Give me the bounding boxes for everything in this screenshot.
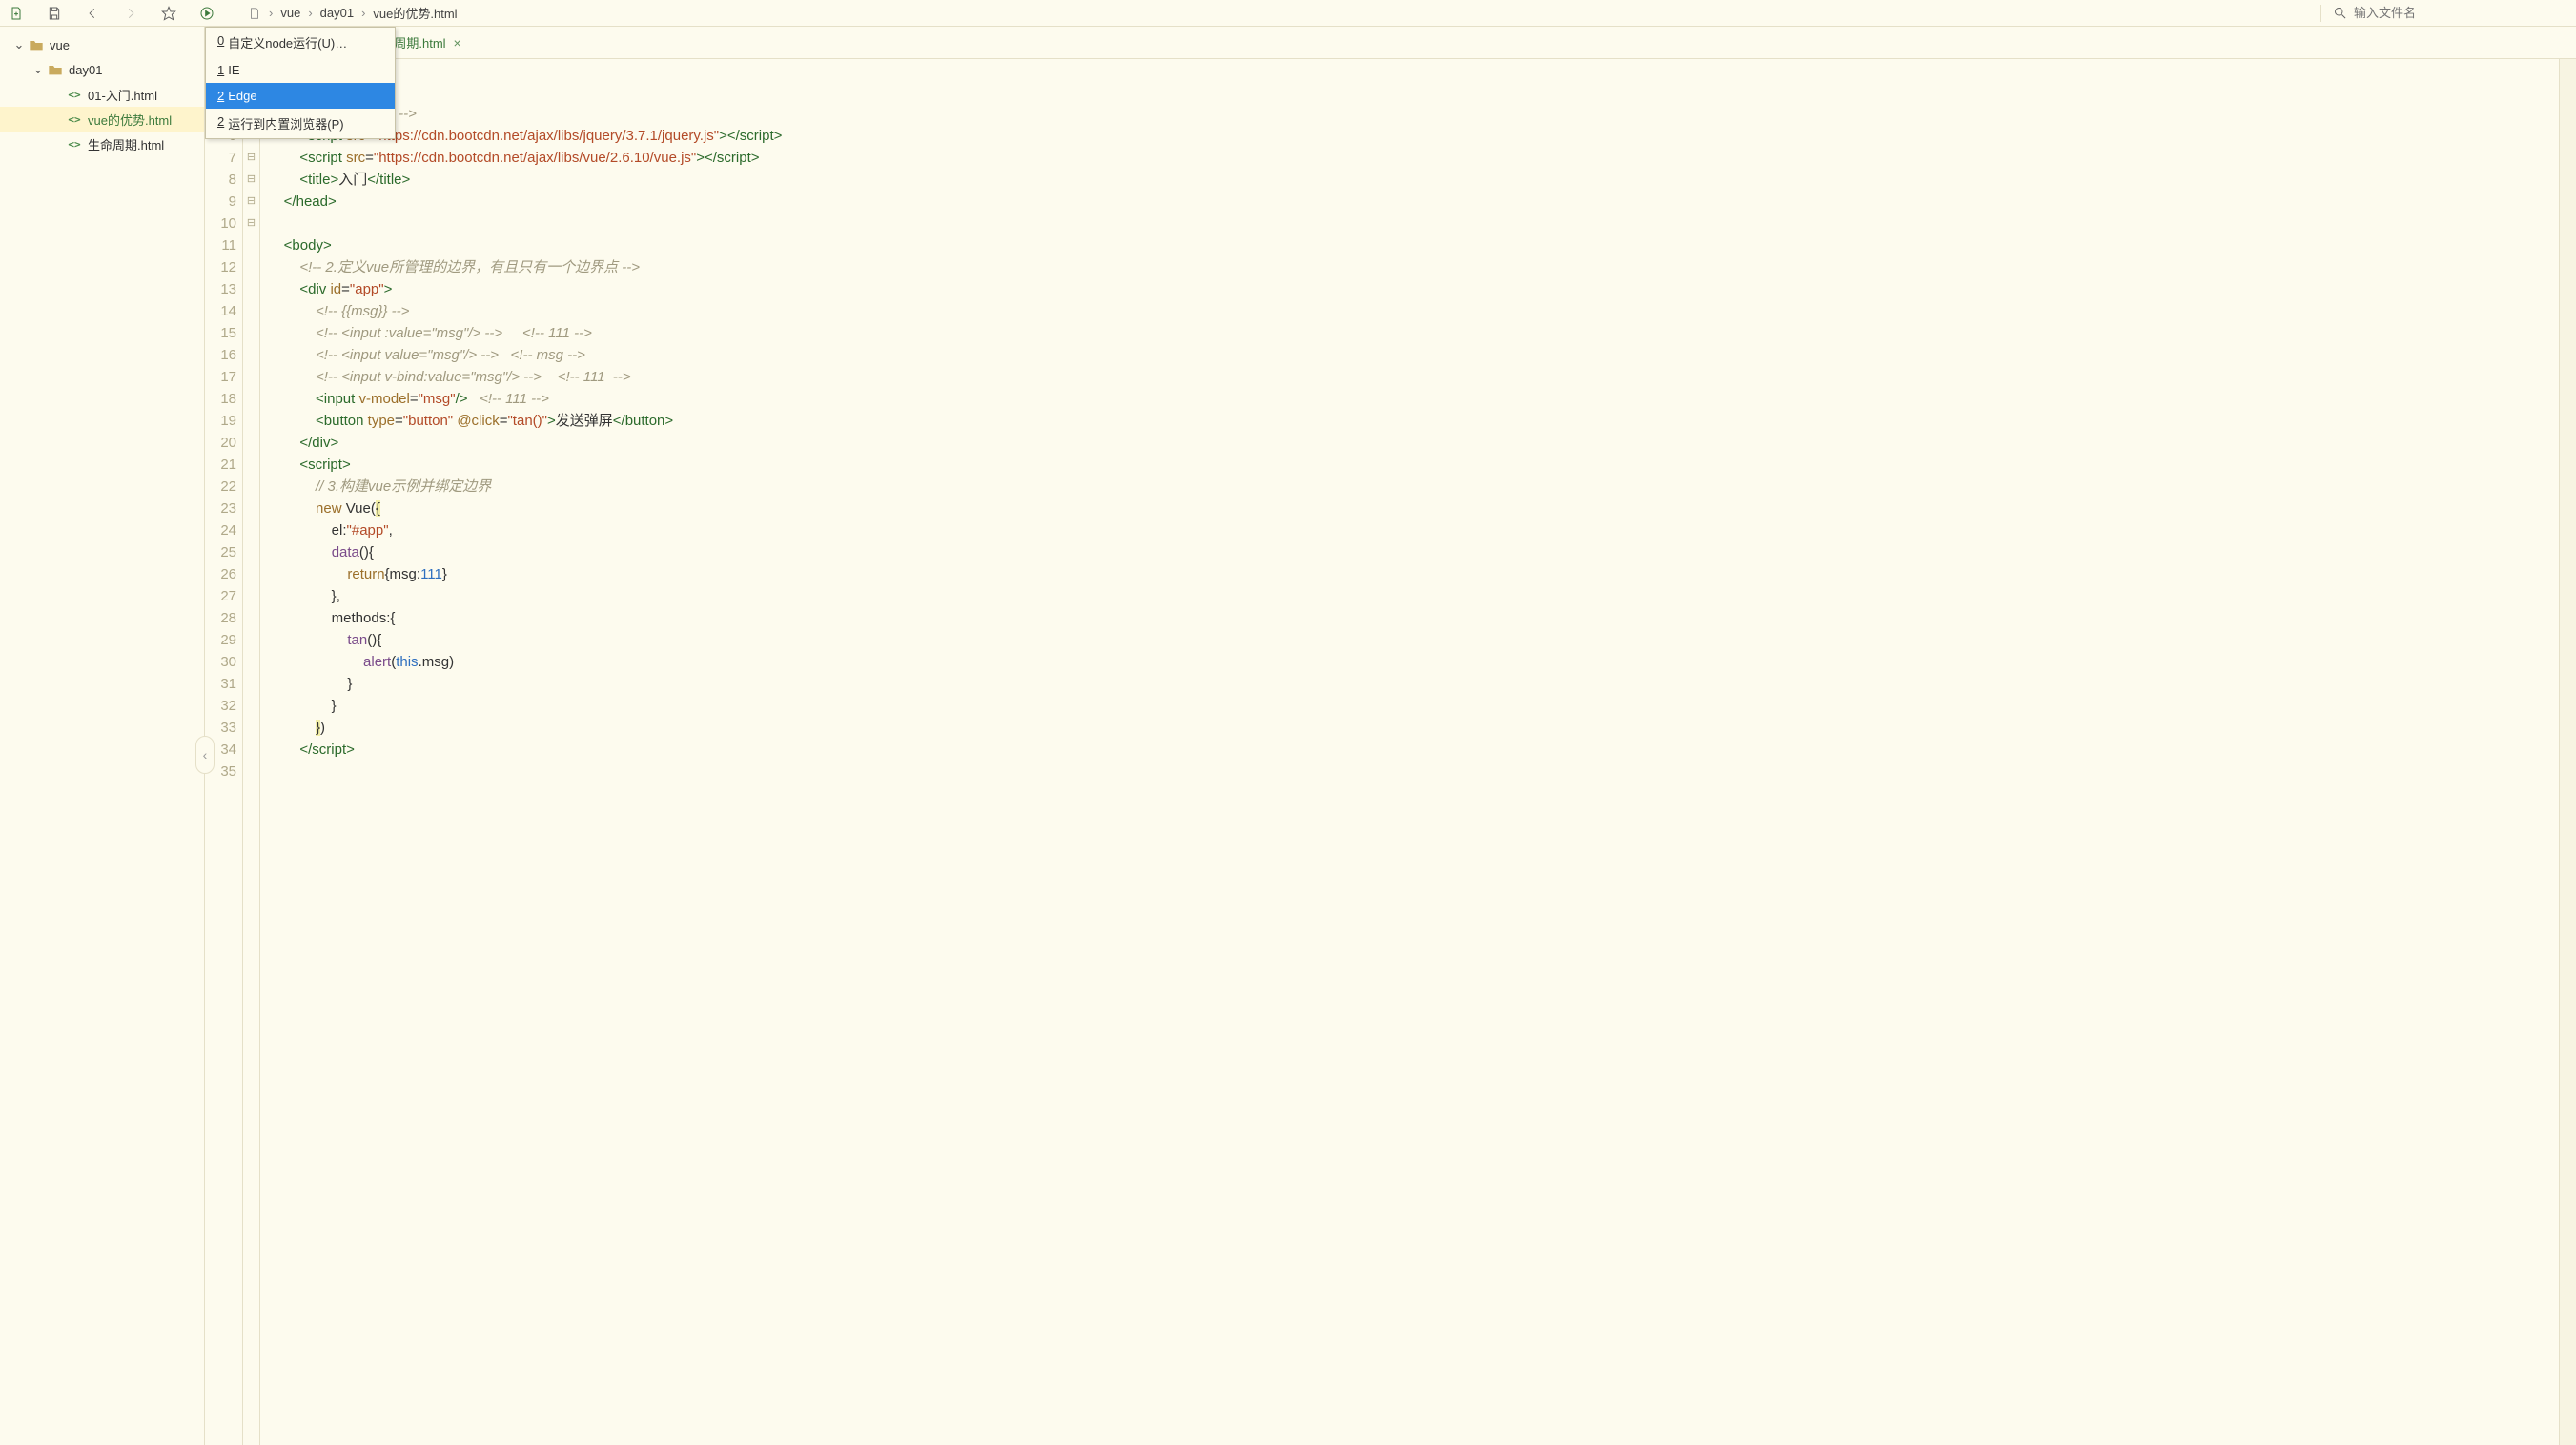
menu-label: IE xyxy=(228,63,239,77)
breadcrumb-part[interactable]: day01 xyxy=(320,6,354,20)
tree-file[interactable]: <> 01-入门.html xyxy=(0,82,204,107)
tree-folder[interactable]: ⌄ day01 xyxy=(0,57,204,82)
code-content[interactable]: arset="utf-8"> <!-- 1.搭建依赖 --> <script s… xyxy=(260,59,2559,1445)
tree-label: vue的优势.html xyxy=(88,111,172,129)
save-icon[interactable] xyxy=(46,5,63,22)
chevron-right-icon: › xyxy=(269,6,273,20)
menu-label: 自定义node运行(U)… xyxy=(228,33,347,51)
search-icon xyxy=(2331,5,2348,22)
run-icon[interactable] xyxy=(198,5,215,22)
new-file-icon[interactable] xyxy=(8,5,25,22)
menu-item[interactable]: 2 Edge xyxy=(206,83,395,109)
fold-gutter: ⊟⊟⊟⊟⊟⊟⊟⊟ xyxy=(243,59,260,1445)
breadcrumb-part[interactable]: vue的优势.html xyxy=(373,4,457,22)
accelerator: 2 xyxy=(217,114,224,132)
star-icon[interactable] xyxy=(160,5,177,22)
menu-item[interactable]: 2 运行到内置浏览器(P) xyxy=(206,109,395,138)
accelerator: 1 xyxy=(217,63,224,77)
chevron-right-icon: › xyxy=(361,6,365,20)
search-input[interactable] xyxy=(2354,6,2545,20)
menu-label: Edge xyxy=(228,89,256,103)
nav-forward-icon[interactable] xyxy=(122,5,139,22)
tree-file[interactable]: <> vue的优势.html xyxy=(0,107,204,132)
sidebar-collapse-handle[interactable]: ‹ xyxy=(195,736,215,774)
tree-label: day01 xyxy=(69,63,102,77)
accelerator: 2 xyxy=(217,89,224,103)
file-explorer: ⌄ vue ⌄ day01 <>01-入门.html<>vue的优势.html<… xyxy=(0,27,205,1445)
chevron-down-icon: ⌄ xyxy=(32,64,44,75)
html-file-icon: <> xyxy=(67,136,82,152)
folder-icon xyxy=(29,37,44,52)
menu-item[interactable]: 0 自定义node运行(U)… xyxy=(206,28,395,57)
nav-back-icon[interactable] xyxy=(84,5,101,22)
close-icon[interactable]: × xyxy=(454,35,461,51)
html-file-icon: <> xyxy=(67,112,82,127)
menu-label: 运行到内置浏览器(P) xyxy=(228,114,343,132)
menu-item[interactable]: 1 IE xyxy=(206,57,395,83)
breadcrumb: › vue › day01 › vue的优势.html xyxy=(238,4,2298,22)
doc-icon xyxy=(248,7,261,20)
chevron-right-icon: › xyxy=(308,6,312,20)
toolbar-left xyxy=(8,5,215,22)
breadcrumb-part[interactable]: vue xyxy=(280,6,300,20)
minimap[interactable] xyxy=(2559,59,2576,1445)
tree-label: vue xyxy=(50,38,70,52)
editor-tabs: 的优势.html×生命周期.html× xyxy=(241,27,2576,59)
folder-icon xyxy=(48,62,63,77)
file-search[interactable] xyxy=(2320,5,2568,22)
run-dropdown-menu: 0 自定义node运行(U)…1 IE2 Edge2 运行到内置浏览器(P) xyxy=(205,27,396,139)
top-toolbar: › vue › day01 › vue的优势.html xyxy=(0,0,2576,27)
tree-folder-root[interactable]: ⌄ vue xyxy=(0,32,204,57)
tree-label: 生命周期.html xyxy=(88,135,164,153)
html-file-icon: <> xyxy=(67,87,82,102)
code-editor[interactable]: 3456789101112131415161718192021222324252… xyxy=(205,59,2576,1445)
accelerator: 0 xyxy=(217,33,224,51)
editor-area: ‹ 0 自定义node运行(U)…1 IE2 Edge2 运行到内置浏览器(P)… xyxy=(205,27,2576,1445)
tree-label: 01-入门.html xyxy=(88,86,157,104)
chevron-down-icon: ⌄ xyxy=(13,39,25,51)
tree-file[interactable]: <> 生命周期.html xyxy=(0,132,204,156)
